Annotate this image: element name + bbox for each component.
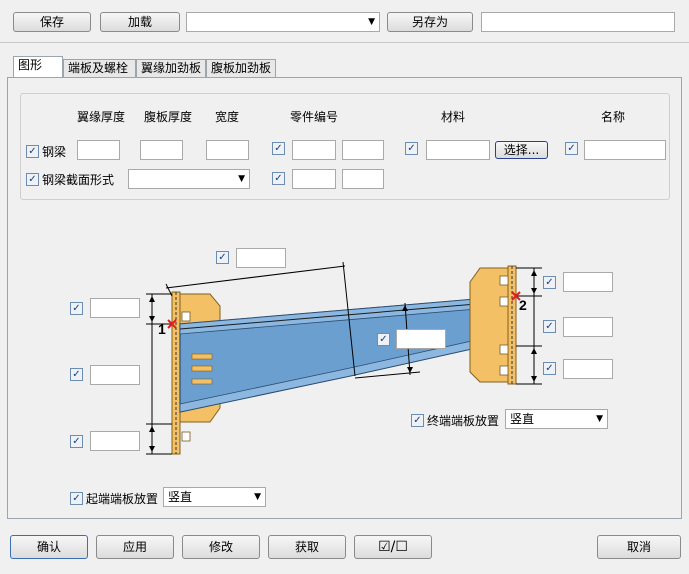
end-placement-label: 终端端板放置: [427, 414, 500, 428]
end-top-input[interactable]: [563, 272, 613, 292]
start-placement-checkbox[interactable]: ✓: [70, 492, 83, 505]
end-height-checkbox[interactable]: ✓: [543, 320, 556, 333]
start-placement-label: 起端端板放置: [86, 492, 159, 506]
ok-button[interactable]: 确认: [10, 535, 88, 559]
end-placement-value: 竖直: [510, 412, 535, 426]
start-placement-select[interactable]: 竖直 ▼: [163, 487, 266, 507]
end-top-checkbox[interactable]: ✓: [543, 276, 556, 289]
end-height-input[interactable]: [563, 317, 613, 337]
chevron-down-icon: ▼: [596, 414, 603, 424]
start-bottom-checkbox[interactable]: ✓: [70, 435, 83, 448]
length-checkbox[interactable]: ✓: [216, 251, 229, 264]
end-bottom-checkbox[interactable]: ✓: [543, 362, 556, 375]
apply-button[interactable]: 应用: [96, 535, 174, 559]
start-bottom-input[interactable]: [90, 431, 140, 451]
get-button[interactable]: 获取: [268, 535, 346, 559]
start-point-mark: 1: [158, 321, 166, 337]
end-placement-select[interactable]: 竖直 ▼: [505, 409, 608, 429]
mid-height-checkbox[interactable]: ✓: [377, 333, 390, 346]
length-input[interactable]: [236, 248, 286, 268]
end-point-mark: 2: [519, 297, 527, 313]
mid-height-input[interactable]: [396, 329, 446, 349]
end-placement-checkbox[interactable]: ✓: [411, 414, 424, 427]
modify-button[interactable]: 修改: [182, 535, 260, 559]
chevron-down-icon: ▼: [254, 492, 261, 502]
start-placement-value: 竖直: [168, 490, 193, 504]
end-bottom-input[interactable]: [563, 359, 613, 379]
tapered-beam: [179, 295, 513, 413]
start-height-checkbox[interactable]: ✓: [70, 368, 83, 381]
end-end-plate: [469, 265, 517, 385]
start-top-checkbox[interactable]: ✓: [70, 302, 83, 315]
start-height-input[interactable]: [90, 365, 140, 385]
start-top-input[interactable]: [90, 298, 140, 318]
cancel-button[interactable]: 取消: [597, 535, 681, 559]
toggle-checkboxes-button[interactable]: ☑/☐: [354, 535, 432, 559]
